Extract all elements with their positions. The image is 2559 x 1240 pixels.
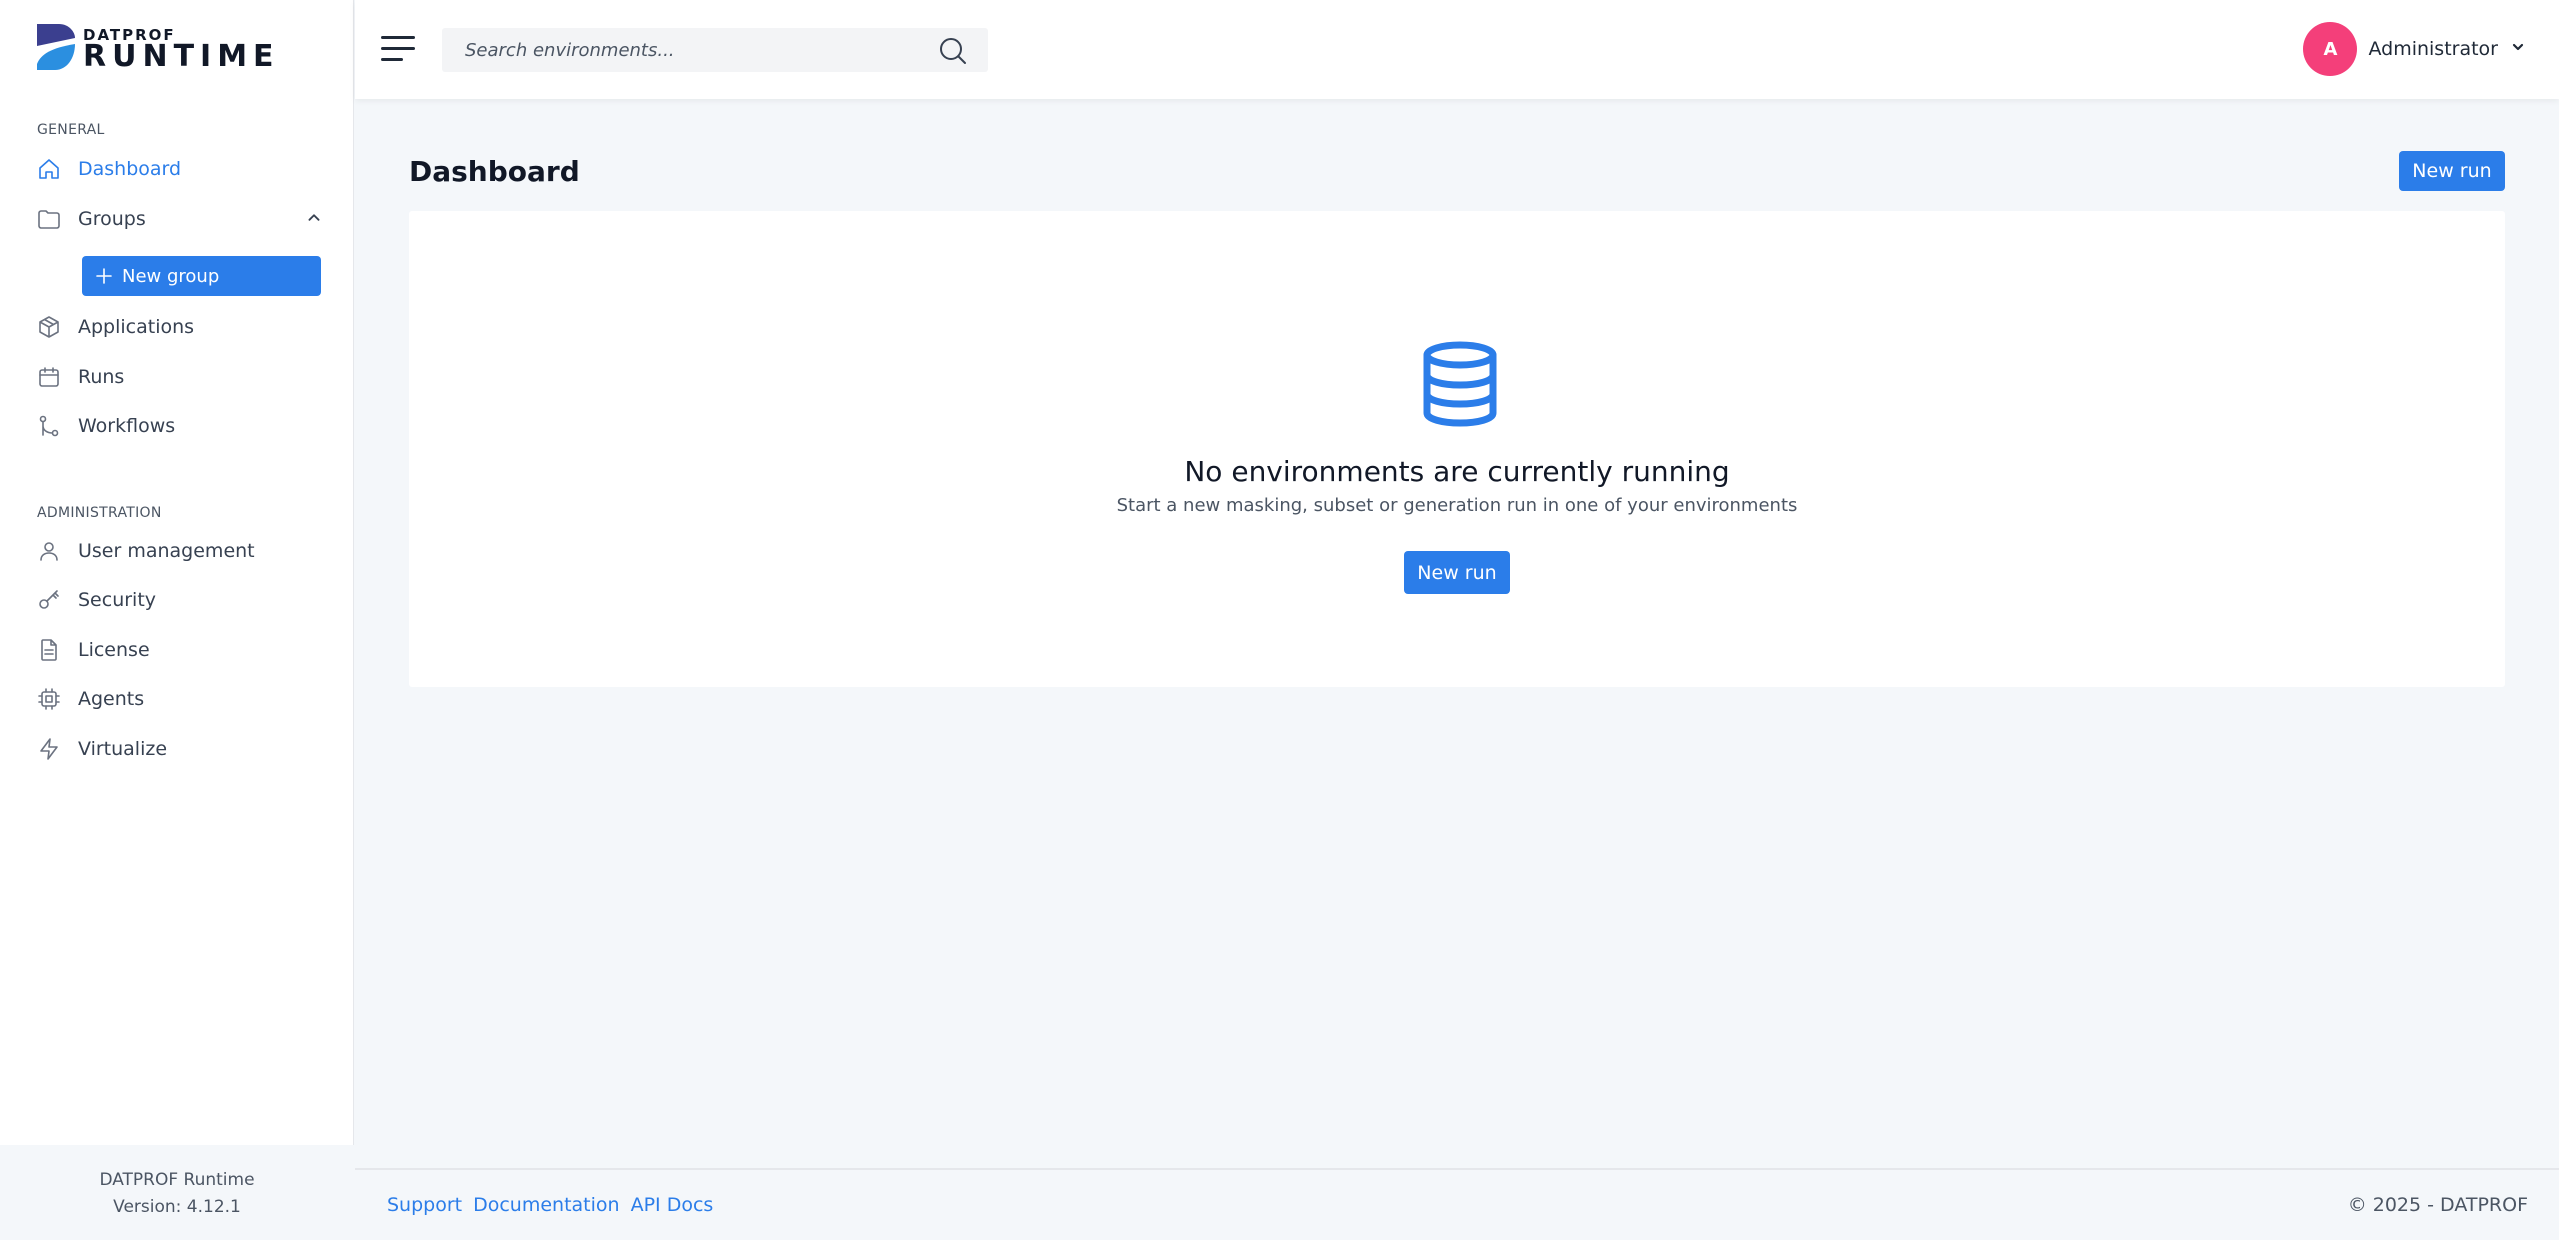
new-run-button[interactable]: New run [2399,151,2505,191]
home-icon [37,157,61,181]
footer-links: Support Documentation API Docs [387,1194,713,1216]
top-header: A Administrator [355,0,2559,99]
sidebar-item-virtualize[interactable]: Virtualize [37,731,327,767]
folder-icon [37,207,61,231]
sidebar-item-label: Applications [78,316,195,338]
sidebar-item-groups[interactable]: Groups [37,201,327,237]
sidebar-item-label: Security [78,589,157,611]
copyright-text: © 2025 - DATPROF [2347,1194,2528,1216]
new-group-label: New group [122,265,220,287]
sidebar-item-label: Workflows [78,415,176,437]
cube-icon [37,315,61,339]
page-footer: Support Documentation API Docs © 2025 - … [355,1168,2559,1240]
sidebar: DATPROF RUNTIME GENERAL Dashboard Groups… [0,0,354,1240]
calendar-icon [37,365,61,389]
page-title: Dashboard [409,155,580,188]
sidebar-item-label: Dashboard [78,158,182,180]
user-menu[interactable]: A Administrator [2303,21,2526,77]
api-docs-link[interactable]: API Docs [631,1194,714,1216]
new-group-button[interactable]: New group [82,256,321,296]
support-link[interactable]: Support [387,1194,462,1216]
empty-state-subtitle: Start a new masking, subset or generatio… [1116,495,1798,516]
sidebar-item-label: Runs [78,366,125,388]
datprof-runtime-logo[interactable]: DATPROF RUNTIME [37,24,274,74]
sidebar-item-label: User management [78,540,255,562]
user-icon [37,539,61,563]
document-icon [37,638,61,662]
sidebar-item-security[interactable]: Security [37,582,327,618]
sidebar-item-label: License [78,639,150,661]
logo-big-text: RUNTIME [83,39,280,74]
sidebar-item-applications[interactable]: Applications [37,309,327,345]
sidebar-item-agents[interactable]: Agents [37,681,327,717]
sidebar-item-label: Agents [78,688,145,710]
sidebar-footer: DATPROF Runtime Version: 4.12.1 [0,1145,354,1240]
search-icon[interactable] [938,36,968,66]
sidebar-item-runs[interactable]: Runs [37,359,327,395]
logo-mark-icon [37,24,75,70]
documentation-link[interactable]: Documentation [473,1194,619,1216]
chip-icon [37,687,61,711]
sidebar-item-user-management[interactable]: User management [37,533,327,569]
empty-state-new-run-button[interactable]: New run [1404,551,1510,594]
chevron-down-icon [2510,39,2526,59]
empty-state-card: No environments are currently running St… [409,211,2505,687]
general-section-title: GENERAL [37,122,105,138]
sidebar-item-license[interactable]: License [37,632,327,668]
search-input[interactable] [442,28,922,72]
search-box [442,28,988,72]
key-icon [37,588,61,612]
database-icon [1420,341,1500,427]
sidebar-item-dashboard[interactable]: Dashboard [37,151,327,187]
lightning-icon [37,737,61,761]
empty-state-title: No environments are currently running [1184,455,1730,488]
sidebar-item-label: Groups [78,208,146,230]
version-text: Version: 4.12.1 [113,1197,241,1217]
sidebar-item-label: Virtualize [78,738,168,760]
sidebar-item-workflows[interactable]: Workflows [37,408,327,444]
plus-icon [94,266,114,286]
hamburger-menu-icon[interactable] [381,33,417,65]
user-name: Administrator [2368,38,2498,60]
product-name: DATPROF Runtime [99,1170,255,1190]
administration-section-title: ADMINISTRATION [37,505,162,521]
chevron-up-icon[interactable] [303,207,327,231]
avatar: A [2303,22,2358,76]
git-flow-icon [37,414,61,438]
